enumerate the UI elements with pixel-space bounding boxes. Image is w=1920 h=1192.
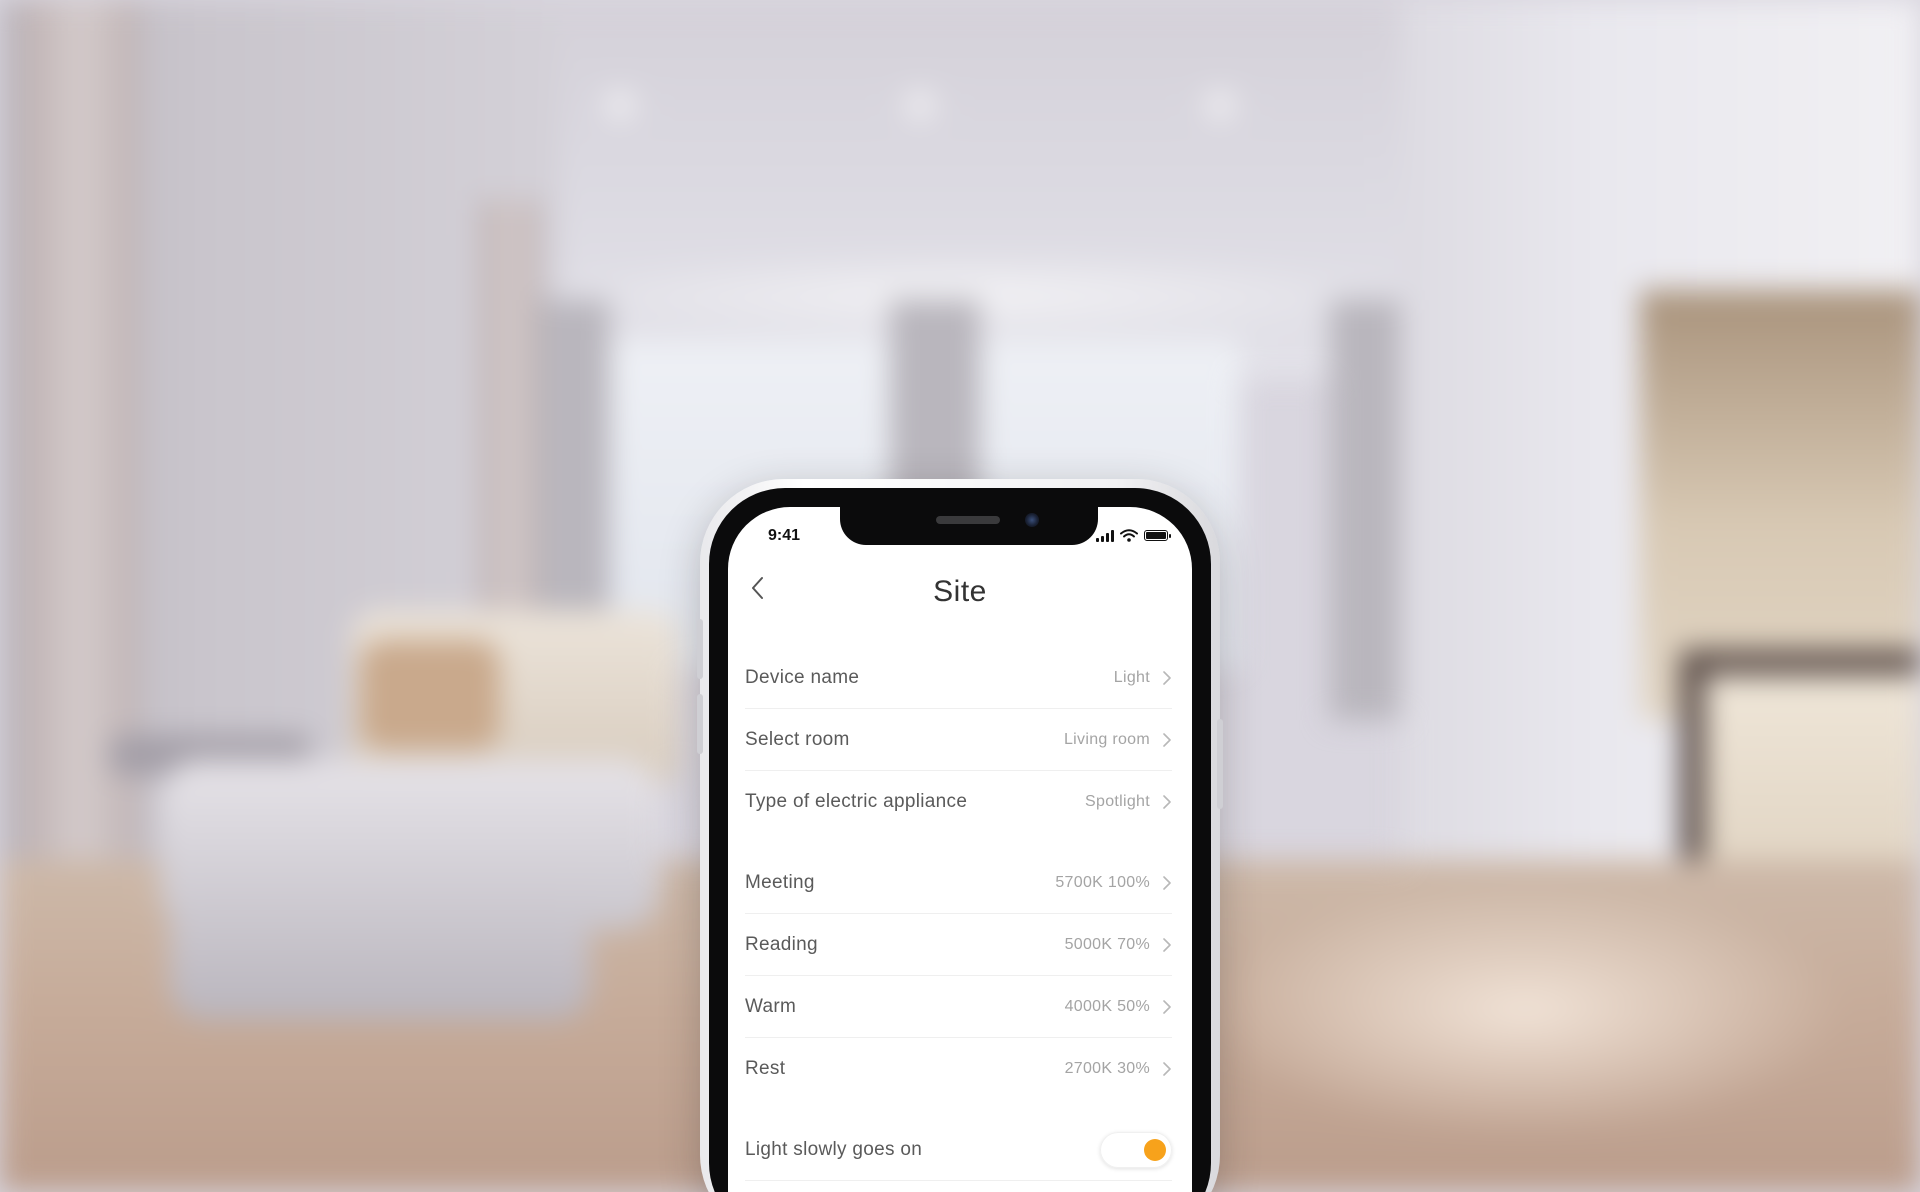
row-label: Rest [745, 1058, 786, 1079]
volume-up-button [697, 619, 703, 679]
scene-meeting-row[interactable]: Meeting 5700K 100% [745, 852, 1172, 914]
row-label: Device name [745, 666, 860, 688]
row-value: Living room [1063, 730, 1150, 748]
power-button [1217, 719, 1223, 809]
scene-rest-row[interactable]: Rest 2700K 30% [745, 1038, 1172, 1100]
chevron-right-icon [1163, 670, 1171, 685]
phone-screen: 9:41 Site Device name Light Select room … [728, 507, 1192, 1192]
chevron-right-icon [1163, 732, 1171, 747]
row-label: Type of electric appliance [745, 791, 968, 812]
page-title: Site [933, 575, 987, 608]
row-label: Reading [745, 933, 818, 955]
row-value: 2700K 30% [1064, 1060, 1150, 1077]
status-time: 9:41 [768, 527, 801, 544]
slow-on-toggle[interactable] [1100, 1131, 1172, 1168]
battery-icon [1144, 530, 1171, 541]
slow-on-row: Light slowly goes on [745, 1119, 1172, 1181]
wifi-icon [1120, 529, 1138, 542]
camera-icon [1025, 513, 1039, 527]
row-value: 4000K 50% [1064, 997, 1150, 1015]
chevron-right-icon [1163, 1062, 1171, 1076]
row-value: Light [1113, 668, 1150, 686]
toggle-knob [1144, 1138, 1166, 1161]
row-label: Meeting [745, 871, 815, 893]
notch [840, 507, 1098, 545]
row-value: 5000K 70% [1064, 935, 1150, 953]
row-value: Spotlight [1085, 793, 1150, 810]
scene-presets-list: Meeting 5700K 100% Reading 5000K 70% War… [728, 852, 1192, 1100]
chevron-right-icon [1163, 795, 1171, 809]
signal-icon [1096, 529, 1114, 542]
status-icons [1096, 529, 1171, 542]
volume-down-button [697, 694, 703, 754]
chevron-right-icon [1163, 999, 1171, 1014]
nav-bar: Site [728, 563, 1192, 623]
chevron-right-icon [1163, 875, 1171, 890]
speaker-grille [936, 516, 1000, 524]
scene-reading-row[interactable]: Reading 5000K 70% [745, 914, 1172, 976]
chevron-right-icon [1163, 937, 1171, 952]
device-settings-list: Device name Light Select room Living roo… [728, 647, 1192, 833]
scene-warm-row[interactable]: Warm 4000K 50% [745, 976, 1172, 1038]
row-label: Light slowly goes on [745, 1138, 923, 1160]
options-list: Light slowly goes on [728, 1119, 1192, 1181]
phone-bezel: 9:41 Site Device name Light Select room … [709, 488, 1211, 1192]
row-label: Select room [745, 728, 850, 750]
row-value: 5700K 100% [1055, 873, 1150, 891]
phone-mockup: 9:41 Site Device name Light Select room … [697, 479, 1223, 1192]
row-label: Warm [745, 995, 797, 1017]
appliance-type-row[interactable]: Type of electric appliance Spotlight [745, 771, 1172, 833]
device-name-row[interactable]: Device name Light [745, 647, 1172, 709]
select-room-row[interactable]: Select room Living room [745, 709, 1172, 771]
